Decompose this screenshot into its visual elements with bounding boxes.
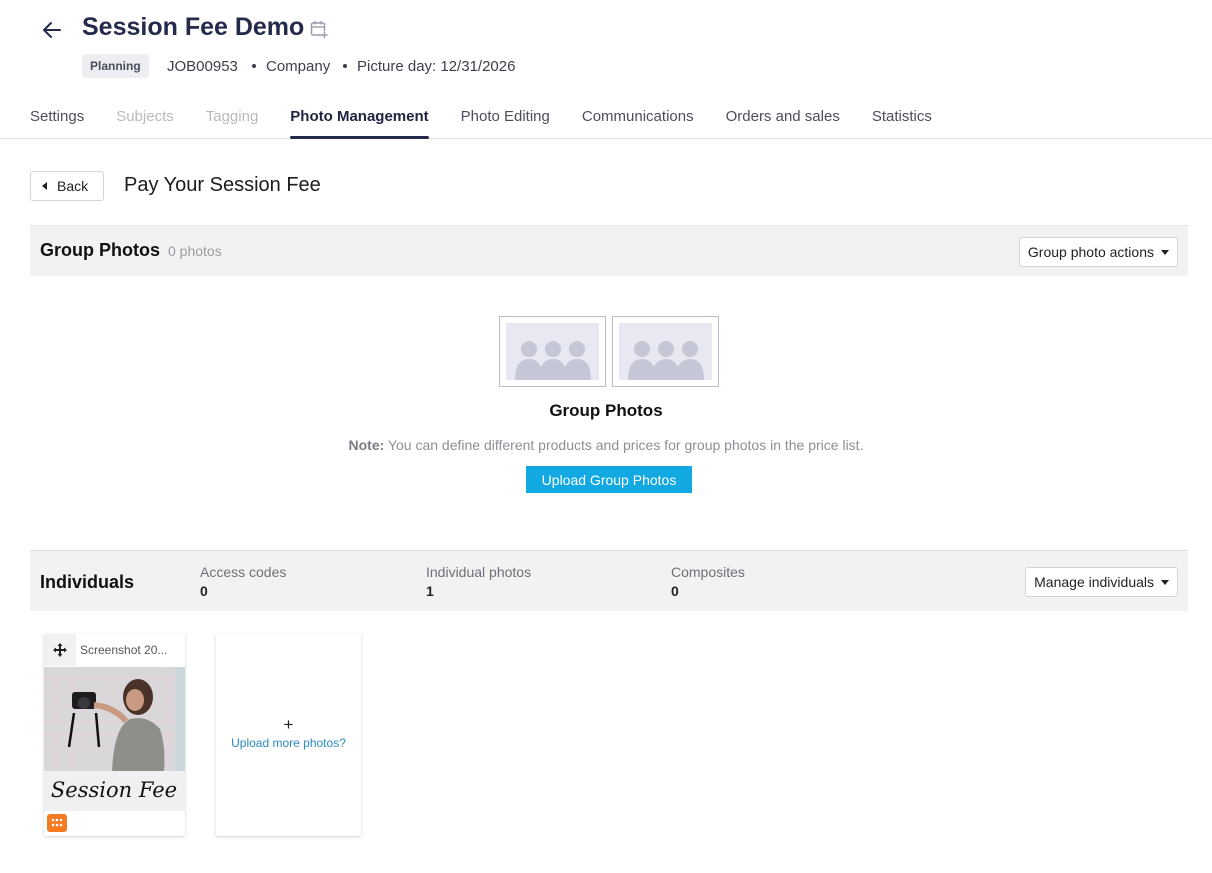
individuals-header: Individuals Access codes 0 Individual ph…	[30, 550, 1188, 611]
section-heading: Pay Your Session Fee	[124, 174, 321, 196]
move-icon[interactable]	[44, 634, 76, 666]
company-name: Company	[266, 58, 331, 75]
back-button-label: Back	[57, 178, 89, 194]
meta-separator	[252, 64, 256, 68]
arrow-left-icon[interactable]	[40, 18, 64, 42]
note-text: You can define different products and pr…	[384, 437, 864, 453]
group-photos-count: 0 photos	[168, 243, 222, 259]
back-button[interactable]: Back	[30, 171, 104, 201]
manage-individuals-label: Manage individuals	[1034, 574, 1154, 590]
individuals-title: Individuals	[40, 572, 135, 592]
tab-photo-management[interactable]: Photo Management	[290, 108, 429, 139]
tab-tagging[interactable]: Tagging	[206, 108, 259, 139]
plus-icon: +	[283, 715, 294, 734]
stat-label-access-codes: Access codes	[200, 564, 287, 580]
group-photo-actions-dropdown[interactable]: Group photo actions	[1018, 237, 1178, 267]
thumbnail-overlay-text: Session Fee	[51, 778, 177, 802]
stat-value-composites: 0	[671, 583, 679, 599]
photo-filename: Screenshot 20...	[80, 643, 168, 657]
app-badge-icon	[47, 814, 67, 832]
tab-bar: Settings Subjects Tagging Photo Manageme…	[30, 108, 964, 139]
empty-state-title: Group Photos	[549, 401, 663, 420]
upload-more-card[interactable]: + Upload more photos?	[216, 634, 361, 836]
tab-statistics[interactable]: Statistics	[872, 108, 932, 139]
job-id: JOB00953	[167, 58, 238, 75]
group-photo-placeholder-icon	[499, 316, 606, 387]
group-photos-header: Group Photos 0 photos Group photo action…	[30, 225, 1188, 276]
group-photos-title: Group Photos	[40, 240, 160, 260]
status-badge: Planning	[82, 54, 149, 78]
stat-value-individual-photos: 1	[426, 583, 434, 599]
tab-settings[interactable]: Settings	[30, 108, 84, 139]
stat-label-composites: Composites	[671, 564, 745, 580]
calendar-add-icon[interactable]	[309, 19, 329, 39]
page-title: Session Fee Demo	[82, 13, 305, 41]
caret-down-icon	[1161, 249, 1169, 255]
note-label: Note:	[348, 437, 385, 453]
manage-individuals-dropdown[interactable]: Manage individuals	[1025, 567, 1178, 597]
photo-card: Screenshot 20... Session Fee	[44, 634, 185, 836]
empty-state-note: Note: You can define different products …	[0, 437, 1212, 453]
stat-value-access-codes: 0	[200, 583, 208, 599]
group-photo-placeholder-icon	[612, 316, 719, 387]
upload-group-photos-button[interactable]: Upload Group Photos	[526, 466, 692, 493]
picture-day: Picture day: 12/31/2026	[357, 58, 516, 75]
caret-left-icon	[42, 182, 47, 190]
upload-more-link[interactable]: Upload more photos?	[216, 736, 361, 750]
page-header: Session Fee Demo Planning JOB00953 Compa…	[0, 0, 1212, 139]
group-photo-actions-label: Group photo actions	[1027, 244, 1154, 260]
tab-communications[interactable]: Communications	[582, 108, 694, 139]
meta-separator	[343, 64, 347, 68]
tab-subjects[interactable]: Subjects	[116, 108, 174, 139]
stat-label-individual-photos: Individual photos	[426, 564, 532, 580]
photo-thumbnail[interactable]: Session Fee	[44, 667, 185, 811]
tab-orders-and-sales[interactable]: Orders and sales	[726, 108, 840, 139]
tab-photo-editing[interactable]: Photo Editing	[461, 108, 550, 139]
caret-down-icon	[1161, 579, 1169, 585]
